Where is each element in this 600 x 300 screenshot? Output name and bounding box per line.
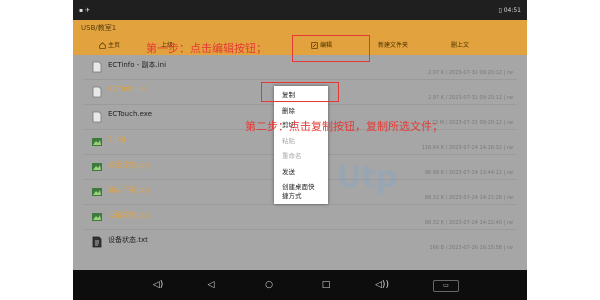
file-meta: 116.64 K / 2023-07-24 14:16:32 | rw bbox=[421, 145, 513, 151]
home-icon bbox=[99, 42, 106, 49]
back-icon[interactable]: ◁ bbox=[204, 278, 218, 292]
file-meta: 2.97 K / 2023-07-31 09:20:12 | rw bbox=[428, 70, 513, 76]
menu-item-shortcut-line2[interactable]: 捷方式 bbox=[282, 190, 302, 200]
file-meta: 88.32 K / 2023-07-24 14:21:28 | rw bbox=[424, 195, 513, 201]
image-icon bbox=[92, 188, 102, 196]
doc-icon bbox=[92, 86, 102, 98]
menu-item-paste[interactable]: 粘贴 bbox=[282, 135, 295, 145]
menu-item-send[interactable]: 发送 bbox=[282, 166, 295, 176]
image-icon bbox=[92, 138, 102, 146]
status-bar: ▪ ✈ ▯ 04:51 bbox=[73, 0, 527, 20]
file-name: 设备状态.txt bbox=[108, 236, 148, 244]
file-meta: 2.97 K / 2023-07-31 09:20:12 | rw bbox=[428, 95, 513, 101]
file-row[interactable]: 设备状态.txt 166 B / 2023-07-26 16:15:58 | r… bbox=[73, 230, 527, 255]
status-icons: ▪ ✈ bbox=[79, 7, 91, 14]
new-folder-label: 新建文件夹 bbox=[378, 42, 409, 49]
highlight-copy-box bbox=[261, 82, 339, 102]
highlight-edit-box bbox=[292, 35, 370, 62]
screenshot-icon[interactable]: ▭ bbox=[433, 280, 459, 292]
file-name: ECTinfo - 副本.ini bbox=[108, 61, 167, 69]
file-name: ECTouch.exe bbox=[108, 110, 153, 118]
file-name: ECTinfo.ini bbox=[108, 85, 145, 93]
recents-icon[interactable]: □ bbox=[319, 278, 333, 292]
file-meta: 88.32 K / 2023-07-24 14:22:40 | rw bbox=[424, 220, 513, 226]
file-name: 桌面控制.jpg bbox=[108, 161, 150, 169]
doc-icon bbox=[92, 111, 102, 123]
file-row[interactable]: 设备控制.jpg 88.32 K / 2023-07-24 14:22:40 |… bbox=[73, 205, 527, 230]
file-name: 3.jpg bbox=[108, 135, 126, 143]
context-menu: 复制 删除 剪切 粘贴 重命名 发送 创建桌面快 捷方式 bbox=[274, 86, 328, 204]
home-button[interactable]: 主页 bbox=[99, 40, 120, 49]
text-icon bbox=[92, 236, 102, 248]
image-icon bbox=[92, 163, 102, 171]
annotation-step2: 第二步：点击复制按钮，复制所选文件； bbox=[245, 120, 443, 133]
status-time: ▯ 04:51 bbox=[498, 7, 522, 14]
file-name: 确认下载.jpg bbox=[108, 186, 150, 194]
watermark: Utp bbox=[337, 160, 398, 195]
file-meta: 96.98 K / 2023-07-24 13:44:12 | rw bbox=[424, 170, 513, 176]
file-name: 设备控制.jpg bbox=[108, 211, 150, 219]
new-folder-button[interactable]: 新建文件夹 bbox=[378, 40, 408, 49]
doc-icon bbox=[92, 61, 102, 73]
menu-item-rename[interactable]: 重命名 bbox=[282, 150, 302, 160]
annotation-step1: 第一步：点击编辑按钮； bbox=[146, 42, 267, 55]
image-icon bbox=[92, 213, 102, 221]
file-meta: 166 B / 2023-07-26 16:15:58 | rw bbox=[429, 245, 513, 251]
volume-down-icon[interactable]: ◁) bbox=[151, 278, 165, 292]
upload-label: 删上文 bbox=[451, 42, 470, 49]
navigation-bar: ◁) ◁ ○ □ ◁)) ▭ bbox=[73, 270, 527, 300]
menu-item-delete[interactable]: 删除 bbox=[282, 105, 295, 115]
home-label: 主页 bbox=[108, 42, 121, 49]
volume-up-icon[interactable]: ◁)) bbox=[375, 278, 389, 292]
home-nav-icon[interactable]: ○ bbox=[262, 278, 276, 292]
upload-button[interactable]: 删上文 bbox=[451, 40, 469, 49]
breadcrumb: USB/教室1 bbox=[81, 24, 117, 32]
